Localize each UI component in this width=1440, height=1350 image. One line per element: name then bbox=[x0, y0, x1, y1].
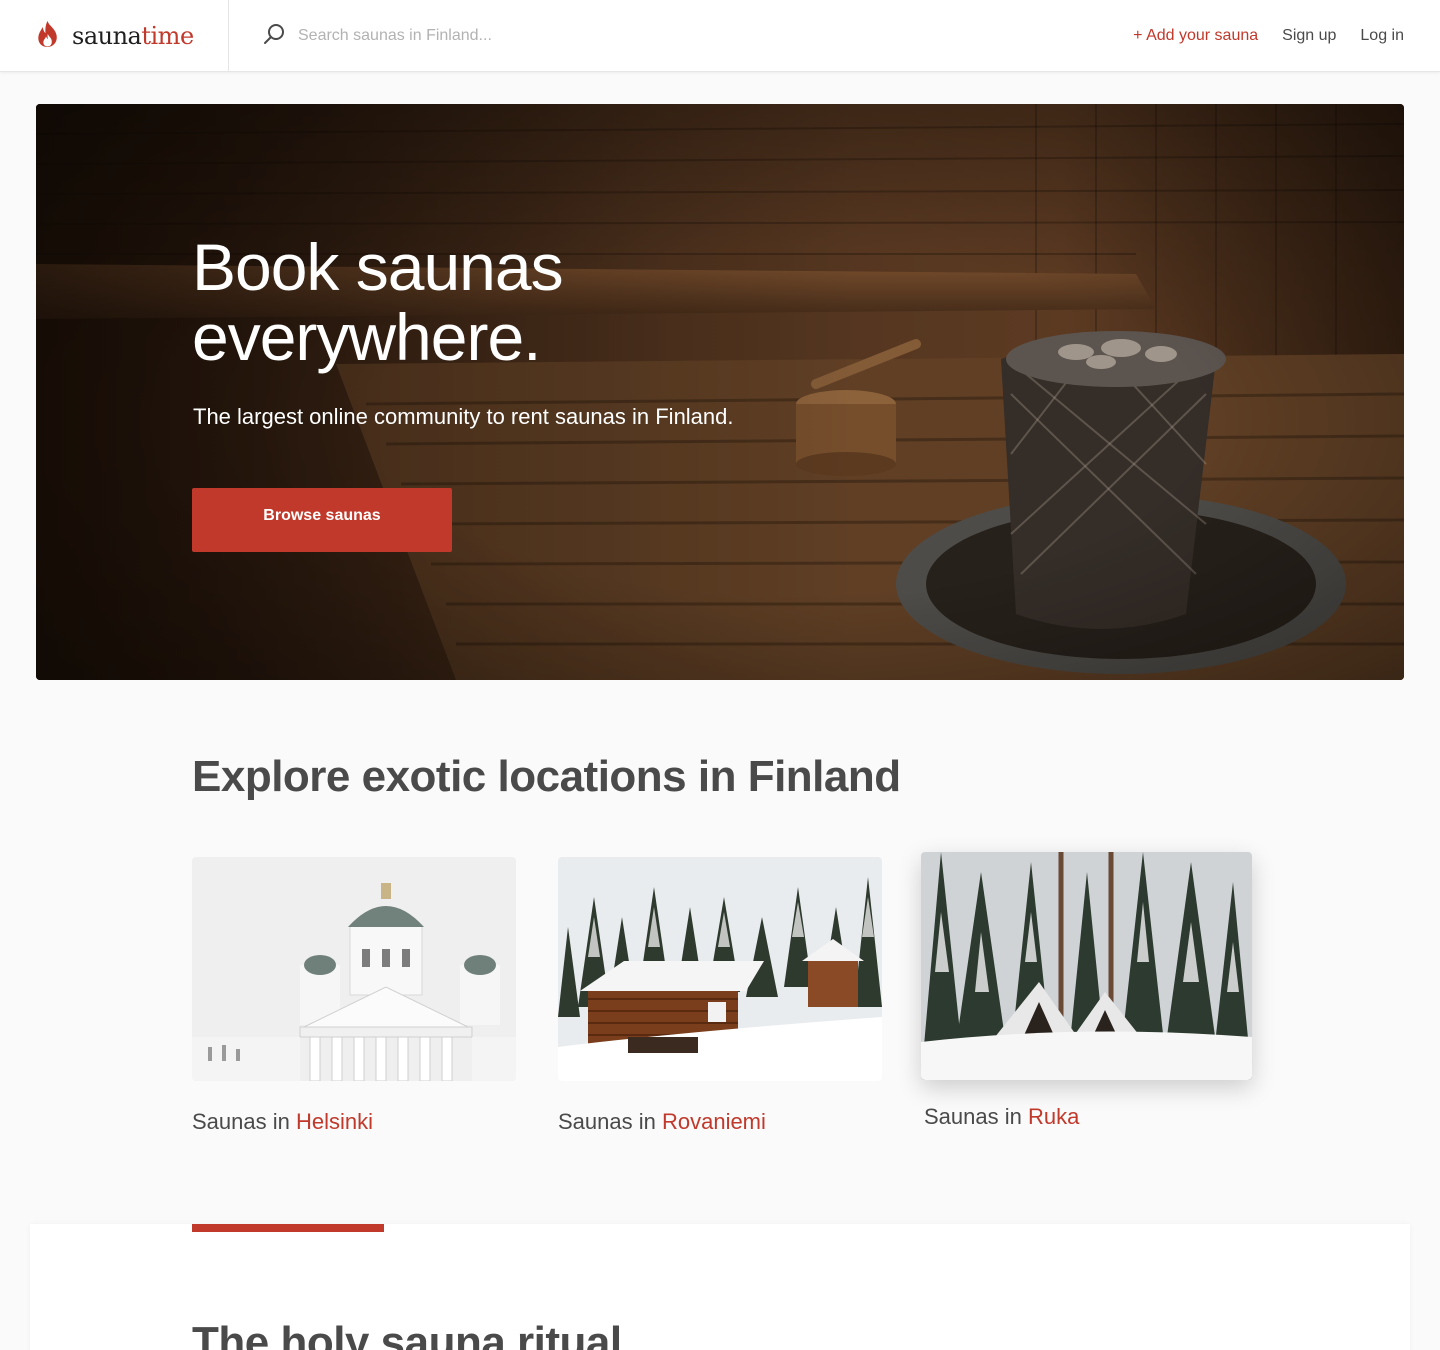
location-card-helsinki[interactable]: Saunas in Helsinki bbox=[192, 857, 516, 1135]
location-prefix: Saunas in bbox=[558, 1109, 662, 1134]
location-city: Ruka bbox=[1027, 1104, 1080, 1129]
ritual-accent-bar bbox=[192, 1224, 384, 1232]
rovaniemi-image bbox=[558, 857, 882, 1081]
browse-saunas-button[interactable]: Browse saunas bbox=[192, 488, 452, 552]
ritual-title: The holy sauna ritual bbox=[192, 1318, 622, 1350]
location-card-ruka[interactable]: Saunas in Ruka bbox=[921, 852, 1252, 1130]
location-caption-rovaniemi: Saunas in Rovaniemi bbox=[558, 1109, 882, 1135]
logo-text-part1: sauna bbox=[72, 22, 142, 50]
top-nav: + Add your sauna Sign up Log in bbox=[1133, 0, 1404, 72]
add-sauna-link[interactable]: + Add your sauna bbox=[1133, 27, 1258, 45]
top-bar: saunatime + Add your sauna Sign up Log i… bbox=[0, 0, 1440, 72]
locations-title: Explore exotic locations in Finland bbox=[192, 752, 901, 801]
search-bar bbox=[262, 22, 618, 50]
hero: Book saunas everywhere. The largest onli… bbox=[36, 104, 1404, 680]
hero-subtitle: The largest online community to rent sau… bbox=[193, 404, 734, 429]
location-city: Helsinki bbox=[295, 1109, 373, 1134]
helsinki-image bbox=[192, 857, 516, 1081]
location-prefix: Saunas in bbox=[192, 1109, 296, 1134]
location-prefix: Saunas in bbox=[924, 1104, 1028, 1129]
sign-up-link[interactable]: Sign up bbox=[1282, 27, 1336, 45]
logo[interactable]: saunatime bbox=[0, 0, 229, 72]
location-caption-ruka: Saunas in Ruka bbox=[921, 1104, 1252, 1130]
logo-text-part2: time bbox=[141, 22, 194, 50]
search-input[interactable] bbox=[298, 27, 618, 45]
ruka-image bbox=[921, 852, 1252, 1080]
flame-icon bbox=[35, 20, 60, 53]
log-in-link[interactable]: Log in bbox=[1360, 27, 1404, 45]
search-icon[interactable] bbox=[262, 22, 286, 51]
logo-text: saunatime bbox=[72, 22, 194, 50]
hero-background-image bbox=[36, 104, 1404, 680]
location-city: Rovaniemi bbox=[661, 1109, 766, 1134]
location-caption-helsinki: Saunas in Helsinki bbox=[192, 1109, 516, 1135]
location-card-rovaniemi[interactable]: Saunas in Rovaniemi bbox=[558, 857, 882, 1135]
hero-title: Book saunas everywhere. bbox=[192, 230, 564, 374]
